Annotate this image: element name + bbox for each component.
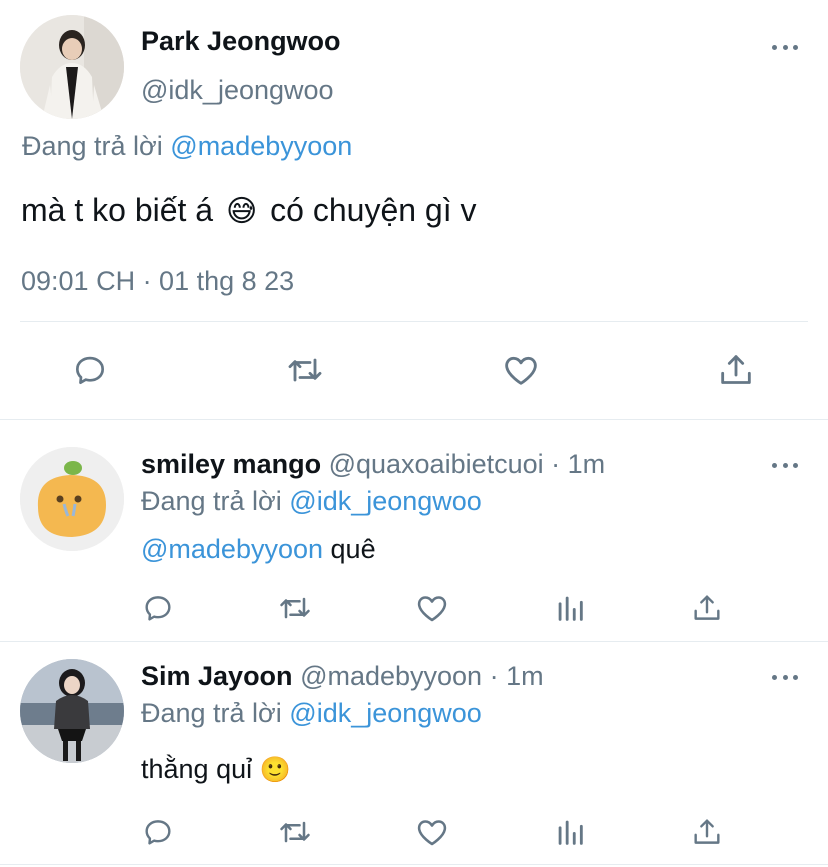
avatar-sim-jayoon[interactable] (20, 659, 124, 763)
reply-context: Đang trả lời @idk_jeongwoo (141, 696, 482, 730)
reply-time[interactable]: · 1m (490, 661, 544, 691)
section-divider (0, 419, 828, 420)
share-icon[interactable] (687, 812, 727, 852)
reply-context: Đang trả lời @idk_jeongwoo (141, 484, 482, 518)
author-handle[interactable]: @madebyyoon (300, 661, 482, 691)
author-handle[interactable]: @quaxoaibietcuoi (329, 449, 544, 479)
more-icon[interactable] (772, 461, 798, 469)
reply-to-link[interactable]: @idk_jeongwoo (289, 486, 482, 516)
reply-to-link[interactable]: @madebyyoon (170, 131, 352, 161)
avatar-smiley-mango[interactable] (20, 447, 124, 551)
like-icon[interactable] (412, 588, 452, 628)
retweet-icon[interactable] (275, 812, 315, 852)
reply-text: @madebyyoon quê (141, 532, 376, 566)
section-divider (0, 864, 828, 865)
more-icon[interactable] (772, 43, 798, 51)
reply-text-body: quê (330, 534, 376, 564)
reply-time[interactable]: · 1m (551, 449, 605, 479)
reply-header: Sim Jayoon @madebyyoon · 1m (141, 659, 544, 693)
tweet-text-before: mà t ko biết á (21, 192, 214, 228)
tweet-text: mà t ko biết á 😅 có chuyện gì v (21, 190, 477, 232)
author-name[interactable]: Park Jeongwoo (141, 24, 341, 58)
sweat-smile-emoji: 😅 (225, 195, 258, 228)
stats-divider (20, 321, 808, 322)
reply-text: thằng quỉ 🙂 (141, 752, 291, 787)
analytics-icon[interactable] (550, 588, 590, 628)
retweet-icon[interactable] (285, 350, 325, 390)
like-icon[interactable] (501, 350, 541, 390)
reply-context: Đang trả lời @madebyyoon (22, 129, 352, 163)
share-icon[interactable] (687, 588, 727, 628)
tweet-timestamp[interactable]: 09:01 CH · 01 thg 8 23 (21, 264, 294, 298)
reply-icon[interactable] (70, 350, 110, 390)
section-divider (0, 641, 828, 642)
retweet-icon[interactable] (275, 588, 315, 628)
reply-icon[interactable] (138, 812, 178, 852)
reply-to-link[interactable]: @idk_jeongwoo (289, 698, 482, 728)
reply-icon[interactable] (138, 588, 178, 628)
reply-header: smiley mango @quaxoaibietcuoi · 1m (141, 447, 605, 481)
reply-prefix: Đang trả lời (22, 131, 163, 161)
avatar-park-jeongwoo[interactable] (20, 15, 124, 119)
author-handle[interactable]: @idk_jeongwoo (141, 73, 334, 107)
slight-smile-emoji: 🙂 (259, 756, 291, 784)
like-icon[interactable] (412, 812, 452, 852)
author-name[interactable]: Sim Jayoon (141, 661, 293, 691)
mention-link[interactable]: @madebyyoon (141, 534, 323, 564)
author-name[interactable]: smiley mango (141, 449, 321, 479)
tweet-text-after: có chuyện gì v (270, 192, 477, 228)
analytics-icon[interactable] (550, 812, 590, 852)
share-icon[interactable] (716, 350, 756, 390)
reply-prefix: Đang trả lời (141, 698, 282, 728)
more-icon[interactable] (772, 673, 798, 681)
reply-text-body: thằng quỉ (141, 754, 253, 784)
reply-prefix: Đang trả lời (141, 486, 282, 516)
